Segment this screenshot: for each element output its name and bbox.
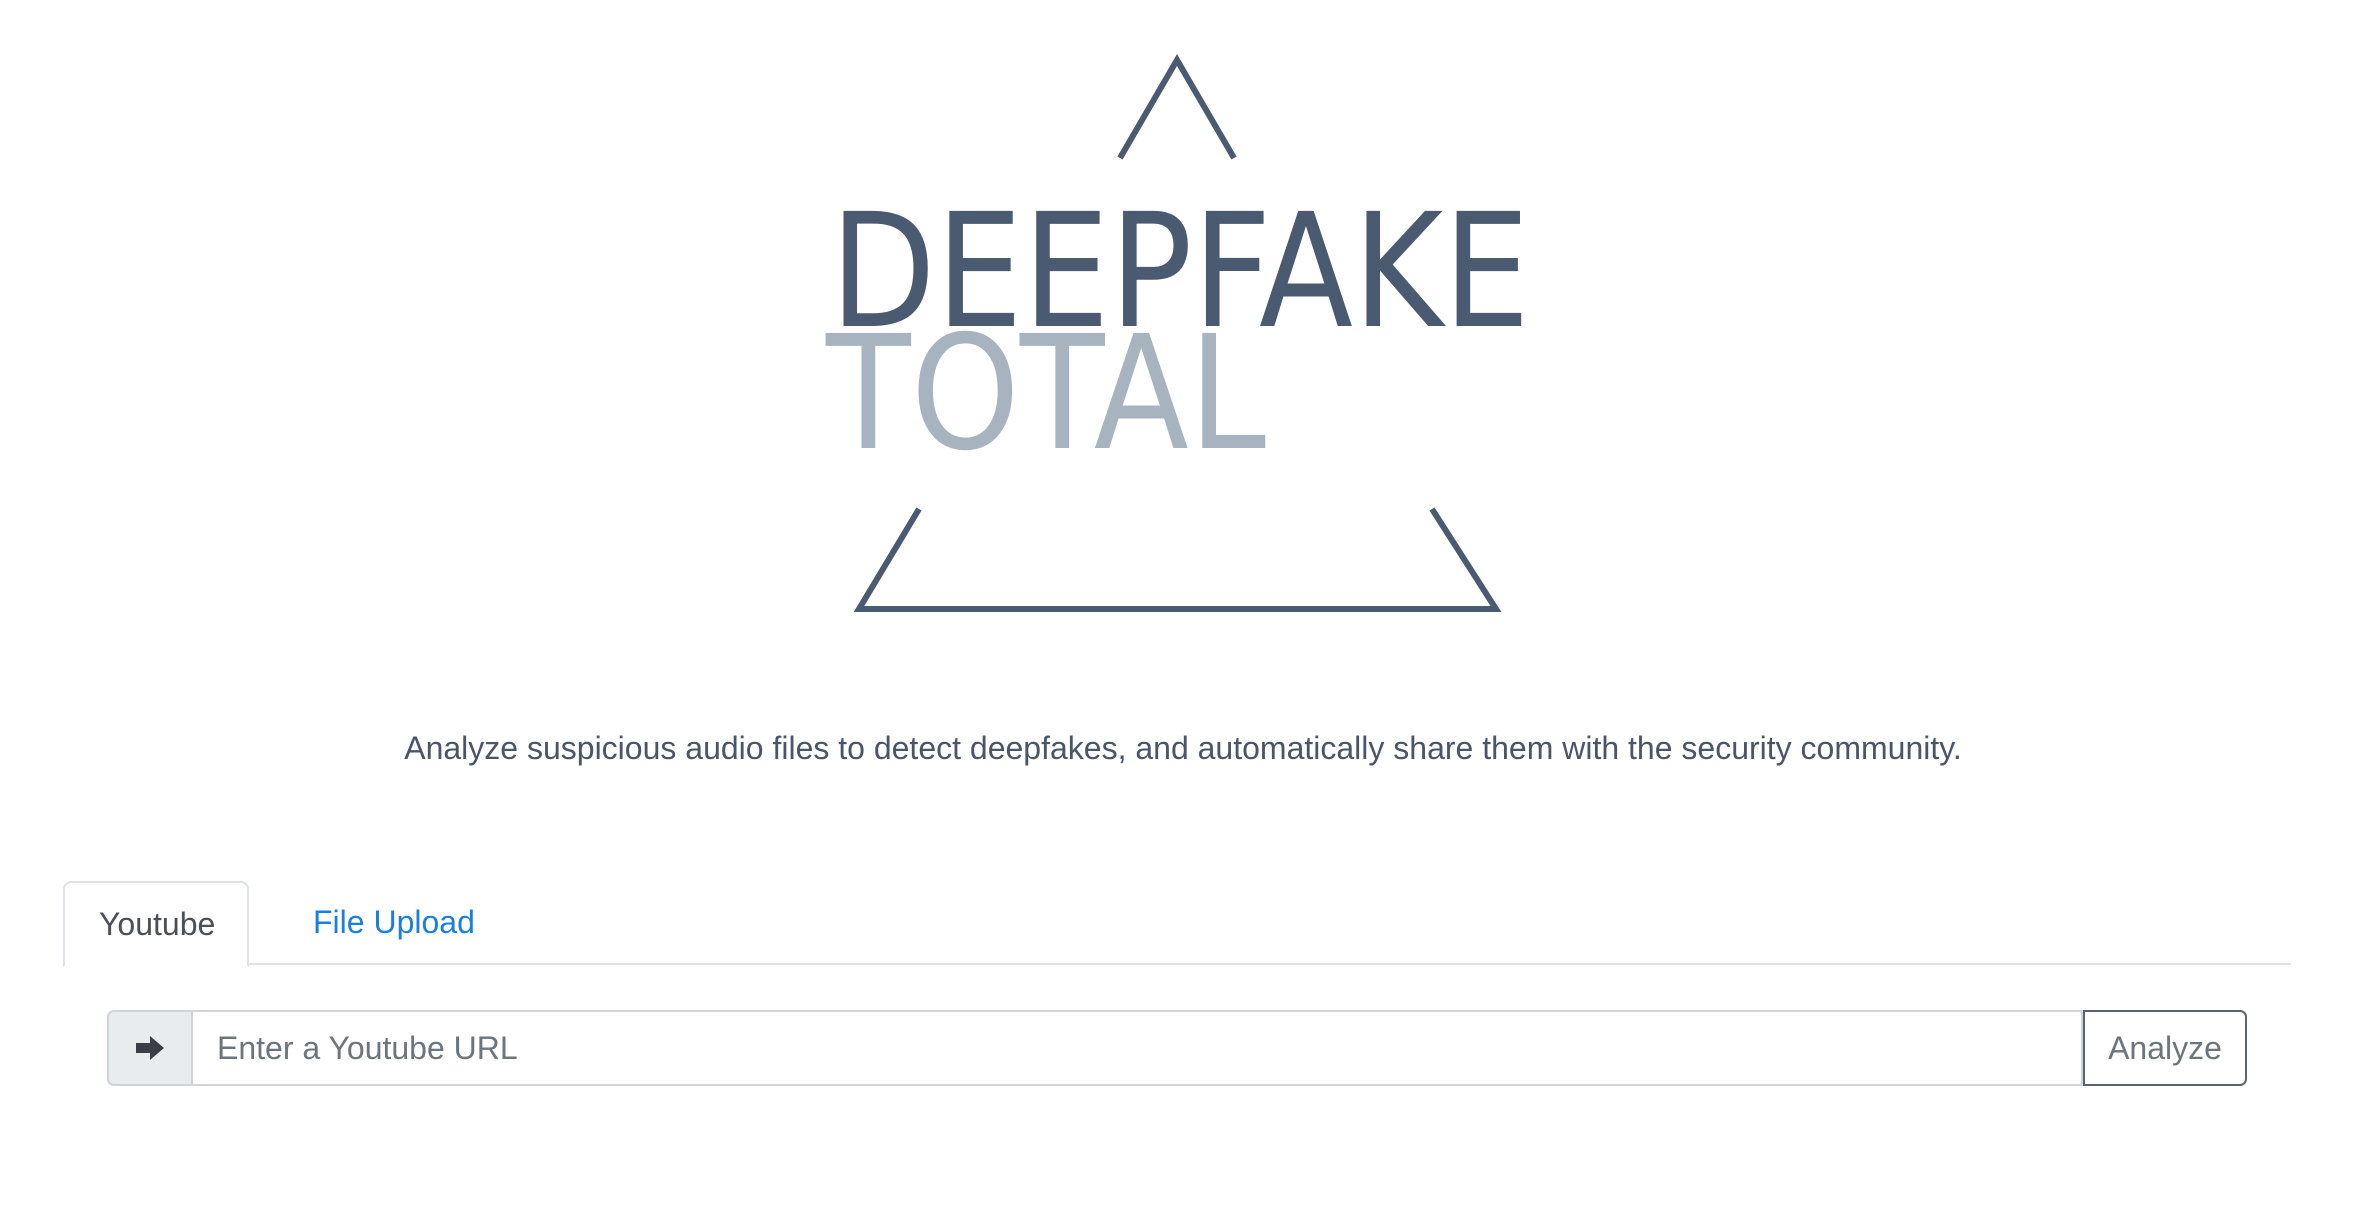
tagline: Analyze suspicious audio files to detect… bbox=[404, 730, 1962, 766]
source-tabs: Youtube File Upload bbox=[63, 881, 2291, 967]
logo: DEEPFAKE TOTAL bbox=[825, 54, 1530, 612]
url-input-group: Analyze bbox=[107, 1010, 2247, 1086]
logo-word-total: TOTAL bbox=[825, 302, 1266, 486]
tab-youtube[interactable]: Youtube bbox=[63, 881, 249, 967]
arrow-right-icon bbox=[136, 1036, 164, 1060]
analyze-button[interactable]: Analyze bbox=[2083, 1010, 2247, 1086]
url-prepend bbox=[107, 1010, 191, 1086]
tab-file-upload[interactable]: File Upload bbox=[279, 881, 475, 965]
youtube-url-input[interactable] bbox=[191, 1010, 2083, 1086]
